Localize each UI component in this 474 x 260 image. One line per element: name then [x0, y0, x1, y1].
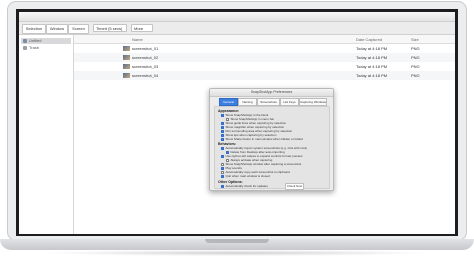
window-button[interactable]: Window [46, 24, 68, 34]
row-date: Today at 4:18 PM [356, 55, 388, 60]
checkbox-icon [221, 174, 224, 178]
folder-icon [23, 38, 27, 43]
column-header-name[interactable]: Name [132, 37, 143, 42]
laptop-shadow [40, 250, 434, 256]
checkbox-icon [221, 137, 224, 141]
auto-update-checkbox[interactable]: Automatically check for updates [221, 184, 268, 188]
row-date: Today at 4:18 PM [356, 73, 388, 78]
sidebar-item-label: Trash [29, 45, 40, 50]
app-window: Selection Window Screen Timed (5 secs) M… [19, 12, 455, 234]
row-size: PNG [411, 46, 420, 51]
window-titlebar [19, 12, 455, 22]
table-row[interactable]: screenshot_03 Today at 4:18 PM PNG [74, 62, 455, 71]
sidebar-item-label: Unfiled [29, 38, 42, 43]
row-size: PNG [411, 73, 420, 78]
sidebar: Unfiled Trash [19, 35, 74, 234]
tab-naming[interactable]: Naming [238, 98, 257, 106]
preference-label: Quit when main window is closed [225, 174, 270, 178]
tab-screenshots[interactable]: Screenshots [257, 98, 280, 106]
auto-update-label: Automatically check for updates [225, 184, 268, 188]
row-name: screenshot_04 [132, 73, 159, 78]
checkbox-icon [221, 154, 224, 158]
more-select-label: More [134, 26, 144, 31]
row-name: screenshot_02 [132, 55, 159, 60]
trash-icon [23, 45, 27, 50]
preference-checkbox[interactable]: Show Share button in main window when hi… [221, 137, 303, 141]
row-name: screenshot_03 [132, 64, 159, 69]
tab-general[interactable]: General [219, 98, 238, 106]
laptop-notch [205, 239, 269, 243]
thumbnail-image [123, 55, 130, 60]
row-size: PNG [411, 64, 420, 69]
checkbox-icon [221, 184, 224, 188]
toolbar: Selection Window Screen Timed (5 secs) M… [19, 22, 455, 35]
tab-hot-keys[interactable]: Hot Keys [280, 98, 299, 106]
preferences-dialog: SnapShotApp Preferences General Naming S… [209, 88, 334, 191]
row-date: Today at 4:18 PM [356, 46, 388, 51]
preference-checkbox[interactable]: Quit when main window is closed [221, 174, 270, 178]
timed-select[interactable]: Timed (5 secs) [93, 24, 127, 32]
checkbox-icon [221, 146, 224, 150]
general-pane: Appearance: Show SnapShotApp in the Dock… [214, 106, 330, 190]
column-header-date[interactable]: Date Captured [356, 37, 382, 42]
checkbox-icon [221, 113, 224, 117]
preference-label: Show Share button in main window when hi… [225, 137, 303, 141]
row-size: PNG [411, 55, 420, 60]
tab-capturing-windows[interactable]: Capturing Windows [299, 98, 327, 106]
screen-button[interactable]: Screen [68, 24, 89, 34]
table-row[interactable]: screenshot_01 Today at 4:18 PM PNG [74, 44, 455, 53]
table-row[interactable]: screenshot_04 Today at 4:18 PM PNG [74, 71, 455, 80]
more-select[interactable]: More [131, 24, 153, 32]
list-header: Name Date Captured Size [74, 35, 455, 44]
column-header-size[interactable]: Size [411, 37, 419, 42]
row-date: Today at 4:18 PM [356, 64, 388, 69]
thumbnail-image [123, 73, 130, 78]
selection-button[interactable]: Selection [22, 24, 46, 34]
sidebar-item-unfiled[interactable]: Unfiled [21, 38, 71, 44]
timed-select-label: Timed (5 secs) [96, 26, 123, 31]
table-row[interactable]: screenshot_02 Today at 4:18 PM PNG [74, 53, 455, 62]
dialog-title: SnapShotApp Preferences [210, 89, 333, 97]
thumbnail-image [123, 64, 130, 69]
check-now-button[interactable]: Check Now [285, 183, 304, 190]
thumbnail-image [123, 46, 130, 51]
row-name: screenshot_01 [132, 46, 159, 51]
sidebar-item-trash[interactable]: Trash [21, 45, 71, 51]
